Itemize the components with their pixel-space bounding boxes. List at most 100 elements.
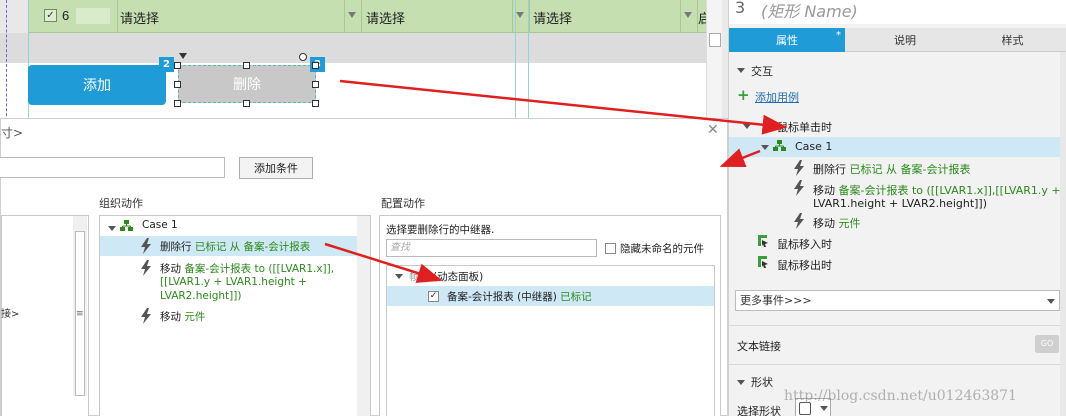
rotate-handle-icon[interactable] <box>299 53 307 61</box>
tab-style[interactable]: 样式 <box>965 28 1060 52</box>
alignment-guide <box>515 0 516 126</box>
resize-handle-sw[interactable] <box>174 100 181 107</box>
action-bolt-icon <box>141 238 151 254</box>
search-input[interactable]: 查找 <box>386 239 597 257</box>
delete-button[interactable]: 删除 <box>178 65 316 103</box>
grid-cell-3[interactable]: 请选择 <box>530 0 698 33</box>
mouse-leave-event[interactable]: 鼠标移出时 <box>777 257 832 273</box>
canvas-scrollbar[interactable] <box>706 0 722 126</box>
axure-editor-window: ✓ 6 请选择 请选择 请选择 启 添加 2 删除 寸> ✕ 添加条件 组织动作… <box>0 0 1066 416</box>
org-action-2-detail: 备案-会计报表 to ([[LVAR1.x]], <box>184 263 335 275</box>
repeater-tree: 帧 (动态面板) ✓ 备案-会计报表 (中继器) 已标记 <box>386 265 715 416</box>
repeater-label: 备案-会计报表 (中继器) <box>447 291 557 303</box>
resize-handle-ne[interactable] <box>312 62 319 69</box>
organize-scrollbar[interactable] <box>357 216 370 416</box>
case-name-input[interactable] <box>0 157 225 178</box>
inspector-tabs: 属性 * 说明 样式 <box>729 28 1066 52</box>
organize-actions-tree: Case 1 删除行 已标记 从 备案-会计报表 移动 备案-会计报表 to (… <box>99 215 371 416</box>
chevron-down-icon <box>820 406 828 411</box>
chevron-down-icon <box>1047 299 1055 304</box>
grid-cell-checkbox[interactable]: ✓ 6 <box>28 0 118 33</box>
cursor-event-icon <box>757 256 768 268</box>
actions-list-item[interactable]: 接> <box>1 305 19 320</box>
case-icon <box>120 220 133 231</box>
chevron-down-icon[interactable] <box>348 12 356 18</box>
widget-header: 3 (矩形 Name) <box>729 0 1066 24</box>
chevron-down-icon[interactable] <box>684 12 692 18</box>
collapse-triangle-icon[interactable] <box>395 274 403 279</box>
action-2[interactable]: 移动 备案-会计报表 to ([[LVAR1.x]],[[LVAR1.y + <box>813 182 1061 198</box>
hide-unnamed-checkbox[interactable] <box>605 243 616 254</box>
resize-handle-n[interactable] <box>243 62 250 69</box>
text-link-toggle[interactable]: GO <box>1035 335 1059 353</box>
grip-icon: ≡ <box>76 309 84 319</box>
org-action-2-line2: [[LVAR1.y + LVAR1.height + <box>160 276 307 288</box>
dialog-title: 寸> <box>1 126 24 140</box>
more-events-label: 更多事件>>> <box>740 294 812 307</box>
resize-handle-nw[interactable] <box>174 62 181 69</box>
inspector-scrollbar[interactable] <box>1060 52 1066 416</box>
grid-cell-3-text: 请选择 <box>533 11 573 26</box>
design-canvas[interactable]: ✓ 6 请选择 请选择 请选择 启 添加 2 删除 <box>0 0 722 126</box>
more-events-select[interactable]: 更多事件>>> <box>735 290 1060 311</box>
widget-name-field[interactable]: (矩形 Name) <box>761 0 858 22</box>
text-link-label: 文本链接 <box>737 340 781 353</box>
collapse-triangle-icon[interactable] <box>737 68 745 73</box>
action-3-verb: 移动 <box>813 217 835 230</box>
interaction-header: 交互 <box>751 65 773 78</box>
alignment-guide <box>28 0 29 126</box>
grid-cell-2[interactable]: 请选择 <box>362 0 530 33</box>
collapse-triangle-icon[interactable] <box>743 124 751 129</box>
collapse-triangle-icon[interactable] <box>737 380 745 385</box>
action-1-detail: 已标记 从 备案-会计报表 <box>849 163 971 176</box>
grid-cell-1[interactable]: 请选择 <box>118 0 362 33</box>
add-case-link[interactable]: 添加用例 <box>755 89 799 105</box>
resize-handle-s[interactable] <box>243 100 250 107</box>
organize-actions-header: 组织动作 <box>99 197 143 210</box>
hide-unnamed-label: 隐藏未命名的元件 <box>620 243 704 255</box>
org-action-3-verb: 移动 <box>160 311 181 323</box>
org-action-3[interactable]: 移动 元件 <box>160 309 205 324</box>
collapse-triangle-icon[interactable] <box>108 226 116 231</box>
click-event-label[interactable]: 鼠标单击时 <box>777 119 832 135</box>
org-case-label[interactable]: Case 1 <box>142 219 178 231</box>
row-number-field[interactable] <box>76 8 110 24</box>
inspector-panel: 3 (矩形 Name) 属性 * 说明 样式 交互 + 添加用例 鼠标单击时 C… <box>728 0 1066 416</box>
mouse-enter-event[interactable]: 鼠标移入时 <box>777 236 832 252</box>
action-1[interactable]: 删除行 已标记 从 备案-会计报表 <box>813 161 970 177</box>
triangle-handle-icon[interactable] <box>179 53 187 59</box>
dynamic-panel-label[interactable]: (动态面板) <box>433 269 483 284</box>
resize-handle-se[interactable] <box>312 100 319 107</box>
org-action-2[interactable]: 移动 备案-会计报表 to ([[LVAR1.x]], <box>160 261 334 276</box>
case-editor-dialog: 寸> ✕ 添加条件 组织动作 配置动作 接> ≡ Case 1 删除行 已标记 … <box>0 118 728 416</box>
tab-notes[interactable]: 说明 <box>845 28 965 52</box>
shape-header: 形状 <box>751 376 773 389</box>
alignment-guide <box>528 0 529 126</box>
configure-actions-header: 配置动作 <box>381 197 425 210</box>
resize-handle-w[interactable] <box>174 81 181 88</box>
case-icon <box>773 140 786 151</box>
grid-cell-2-text: 请选择 <box>366 11 406 26</box>
cell-divider <box>344 0 345 33</box>
row-checkbox[interactable]: ✓ <box>44 9 57 22</box>
resize-handle-e[interactable] <box>312 81 319 88</box>
chevron-down-icon[interactable] <box>516 12 524 18</box>
plus-icon[interactable]: + <box>737 86 750 104</box>
modified-marker: * <box>836 30 841 41</box>
org-action-1[interactable]: 删除行 已标记 从 备案-会计报表 <box>160 239 310 254</box>
add-button[interactable]: 添加 <box>28 65 166 105</box>
action-bolt-icon <box>141 260 151 276</box>
shape-select-label: 选择形状 <box>737 405 781 416</box>
cell-divider <box>680 0 681 33</box>
action-3[interactable]: 移动 元件 <box>813 215 861 231</box>
add-condition-button[interactable]: 添加条件 <box>239 157 313 179</box>
org-action-2-line3: LVAR2.height]]) <box>160 290 242 302</box>
page-guide <box>6 0 7 126</box>
collapse-triangle-icon[interactable] <box>761 145 769 150</box>
repeater-checkbox[interactable]: ✓ <box>428 291 439 302</box>
tab-properties[interactable]: 属性 * <box>729 28 845 52</box>
repeater-item[interactable]: 备案-会计报表 (中继器) 已标记 <box>447 289 592 304</box>
case-label[interactable]: Case 1 <box>795 140 832 153</box>
scroll-thumb[interactable] <box>709 33 721 47</box>
close-icon[interactable]: ✕ <box>707 122 719 138</box>
